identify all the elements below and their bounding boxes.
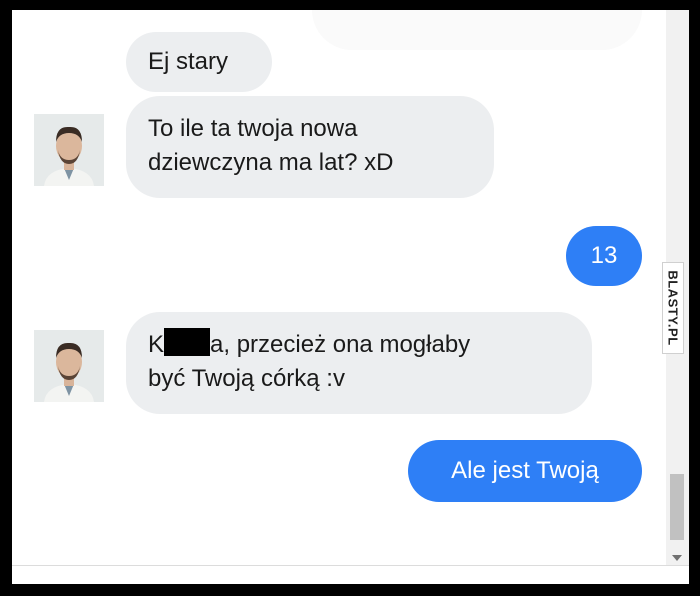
watermark-badge: BLASTY.PL xyxy=(662,262,684,354)
scrollbar-thumb[interactable] xyxy=(670,474,684,540)
background-shape xyxy=(312,10,642,50)
input-divider xyxy=(12,565,689,566)
message-bubble-incoming[interactable]: Ej stary xyxy=(126,32,272,92)
message-text-line: Ka, przecież ona mogłaby xyxy=(148,328,592,362)
message-bubble-incoming[interactable]: Ka, przecież ona mogłaby być Twoją córką… xyxy=(126,312,592,414)
message-text-end: a, przecież ona mogłaby xyxy=(210,331,471,358)
chat-window: Ej stary To ile ta twoja nowa dziewczyna… xyxy=(12,10,689,584)
user-avatar-photo-icon xyxy=(34,330,104,402)
chevron-down-icon[interactable] xyxy=(672,555,682,561)
message-text-line: być Twoją córką :v xyxy=(148,365,345,392)
avatar[interactable] xyxy=(34,114,104,186)
watermark-text: BLASTY.PL xyxy=(665,270,681,346)
message-text-line: dziewczyna ma lat? xD xyxy=(148,149,394,176)
message-text: Ale jest Twoją xyxy=(451,457,599,484)
redaction-bar xyxy=(164,328,211,356)
message-text: 13 xyxy=(590,242,618,269)
message-bubble-outgoing[interactable]: Ale jest Twoją xyxy=(408,440,642,502)
message-bubble-outgoing[interactable]: 13 xyxy=(566,226,642,286)
avatar[interactable] xyxy=(34,330,104,402)
message-text-line: To ile ta twoja nowa xyxy=(148,115,358,142)
message-bubble-incoming[interactable]: To ile ta twoja nowa dziewczyna ma lat? … xyxy=(126,96,494,198)
message-text-start: K xyxy=(148,331,165,358)
message-text: Ej stary xyxy=(148,48,229,75)
user-avatar-photo-icon xyxy=(34,114,104,186)
